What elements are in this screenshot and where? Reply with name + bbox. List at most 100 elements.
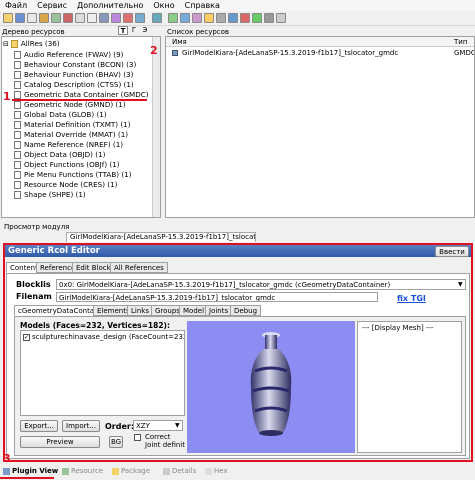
document-icon	[14, 191, 21, 199]
bg-button[interactable]: BG	[109, 436, 123, 448]
tree-item-objd[interactable]: Object Data (OBJD) (1)	[14, 150, 105, 160]
window-icon[interactable]	[152, 13, 162, 23]
mode-t-button[interactable]: T	[118, 26, 128, 35]
folder-icon	[10, 40, 18, 48]
tree-item-objf[interactable]: Object Functions (OBJf) (1)	[14, 160, 120, 170]
correct-checkbox[interactable]	[134, 434, 141, 441]
menu-bar: Файл Сервис Дополнительно Окно Справка	[0, 0, 475, 11]
tool12-icon[interactable]	[264, 13, 274, 23]
collapse-icon[interactable]: ⊟	[3, 39, 9, 49]
save-icon[interactable]	[15, 13, 25, 23]
tree-item-ttab[interactable]: Pie Menu Functions (TTAB) (1)	[14, 170, 132, 180]
tool5-icon[interactable]	[180, 13, 190, 23]
models-list: ✓ sculpturechinavase_design (FaceCount=2…	[20, 330, 185, 416]
copy-icon[interactable]	[75, 13, 85, 23]
tab-resource[interactable]: Resource	[62, 465, 103, 477]
cut-icon[interactable]	[123, 13, 133, 23]
hex-icon	[205, 467, 212, 475]
export-button[interactable]: Export...	[20, 420, 58, 432]
tool2-icon[interactable]	[99, 13, 109, 23]
joint-label: Joint definit	[145, 441, 185, 449]
tree-item-shpe[interactable]: Shape (SHPE) (1)	[14, 190, 86, 200]
annotation-1: 1	[3, 90, 11, 103]
tool8-icon[interactable]	[216, 13, 226, 23]
tool7-icon[interactable]	[204, 13, 214, 23]
tab-all-references[interactable]: All References	[110, 262, 168, 273]
filename-field[interactable]: GirlModelKiara-[AdeLanaSP-15.3.2019-f1b1…	[56, 292, 378, 302]
mode-e-button[interactable]: Э	[140, 26, 150, 35]
tree-item-cres[interactable]: Resource Node (CRES) (1)	[14, 180, 117, 190]
filename-label: Filenam	[16, 292, 52, 301]
tool10-icon[interactable]	[240, 13, 250, 23]
document-icon	[14, 61, 21, 69]
list-row[interactable]: GirlModelKiara-[AdeLanaSP-15.3.2019-f1b1…	[166, 48, 474, 58]
subtab-debug[interactable]: Debug	[230, 305, 262, 316]
document-icon	[14, 111, 21, 119]
tree-mode-buttons: T Г Э	[118, 26, 150, 35]
tab-hex[interactable]: Hex	[205, 465, 228, 477]
correct-label: Correct	[145, 433, 171, 441]
annotation-underline-3	[0, 477, 54, 479]
tool9-icon[interactable]	[228, 13, 238, 23]
menu-service[interactable]: Сервис	[32, 1, 72, 10]
import-button[interactable]: Import...	[62, 420, 100, 432]
chevron-down-icon[interactable]: ▼	[458, 281, 463, 288]
tree-item-ctss[interactable]: Catalog Description (CTSS) (1)	[14, 80, 134, 90]
tree-item-txmt[interactable]: Material Definition (TXMT) (1)	[14, 120, 131, 130]
delete-icon[interactable]	[63, 13, 73, 23]
resource-tab-icon	[62, 467, 69, 475]
tool4-icon[interactable]	[168, 13, 178, 23]
blocklist-select[interactable]: 0x0: GirlModelKiara-[AdeLanaSP-15.3.2019…	[56, 279, 466, 290]
paste-icon[interactable]	[87, 13, 97, 23]
tool-icon[interactable]	[51, 13, 61, 23]
toolbar	[0, 11, 475, 26]
arrow-icon[interactable]	[135, 13, 145, 23]
tree-item-mmat[interactable]: Material Override (MMAT) (1)	[14, 130, 128, 140]
mode-g-button[interactable]: Г	[129, 26, 139, 35]
menu-extra[interactable]: Дополнительно	[72, 1, 148, 10]
model-item[interactable]: ✓ sculpturechinavase_design (FaceCount=2…	[23, 333, 184, 341]
display-mesh-label: --- [Display Mesh] ---	[362, 324, 434, 332]
blocklist-label: Blocklis	[16, 280, 51, 289]
tree-item-bcon[interactable]: Behaviour Constant (BCON) (3)	[14, 60, 136, 70]
tool11-icon[interactable]	[252, 13, 262, 23]
order-label: Order:	[105, 422, 135, 431]
tree-item-nref[interactable]: Name Reference (NREF) (1)	[14, 140, 123, 150]
menu-file[interactable]: Файл	[0, 1, 32, 10]
tree-item-bhav[interactable]: Behaviour Function (BHAV) (3)	[14, 70, 133, 80]
subtab-joints[interactable]: Joints	[205, 305, 233, 316]
preview-document-tab[interactable]: GirlModelKiara-[AdeLanaSP-15.3.2019-f1b1…	[66, 232, 256, 242]
models-label: Models (Faces=232, Vertices=182):	[20, 321, 170, 330]
menu-help[interactable]: Справка	[180, 1, 225, 10]
tool3-icon[interactable]	[111, 13, 121, 23]
column-name[interactable]: Имя	[172, 37, 187, 47]
3d-viewport[interactable]	[187, 321, 355, 453]
column-type[interactable]: Тип	[454, 37, 467, 47]
open-icon[interactable]	[3, 13, 13, 23]
tree-item-fwav[interactable]: Audio Reference (FWAV) (9)	[14, 50, 124, 60]
tool13-icon[interactable]	[276, 13, 286, 23]
tab-plugin-view[interactable]: Plugin View	[3, 465, 58, 477]
menu-window[interactable]: Окно	[148, 1, 179, 10]
folder-icon[interactable]	[39, 13, 49, 23]
tool6-icon[interactable]	[192, 13, 202, 23]
tree-item-glob[interactable]: Global Data (GLOB) (1)	[14, 110, 107, 120]
tree-scrollbar[interactable]	[152, 37, 160, 217]
document-icon	[14, 171, 21, 179]
preview-button[interactable]: Preview	[20, 436, 100, 448]
new-icon[interactable]	[27, 13, 37, 23]
fix-tgi-link[interactable]: fix TGI	[397, 294, 426, 303]
subtab-links[interactable]: Links	[127, 305, 153, 316]
document-icon	[14, 181, 21, 189]
editor-title: Generic Rcol Editor	[5, 245, 471, 257]
tree-root[interactable]: ⊟ AllRes (36)	[3, 39, 60, 49]
vase-model	[250, 332, 292, 436]
subtab-model[interactable]: Model	[179, 305, 209, 316]
document-icon	[14, 101, 21, 109]
commit-button[interactable]: Ввести	[435, 246, 469, 257]
model-checkbox[interactable]: ✓	[23, 333, 30, 341]
tree-item-gmnd[interactable]: Geometric Node (GMND) (1)	[14, 100, 126, 110]
tab-package[interactable]: Package	[112, 465, 150, 477]
tab-details[interactable]: Details	[163, 465, 196, 477]
order-chevron-icon[interactable]: ▼	[175, 422, 180, 429]
